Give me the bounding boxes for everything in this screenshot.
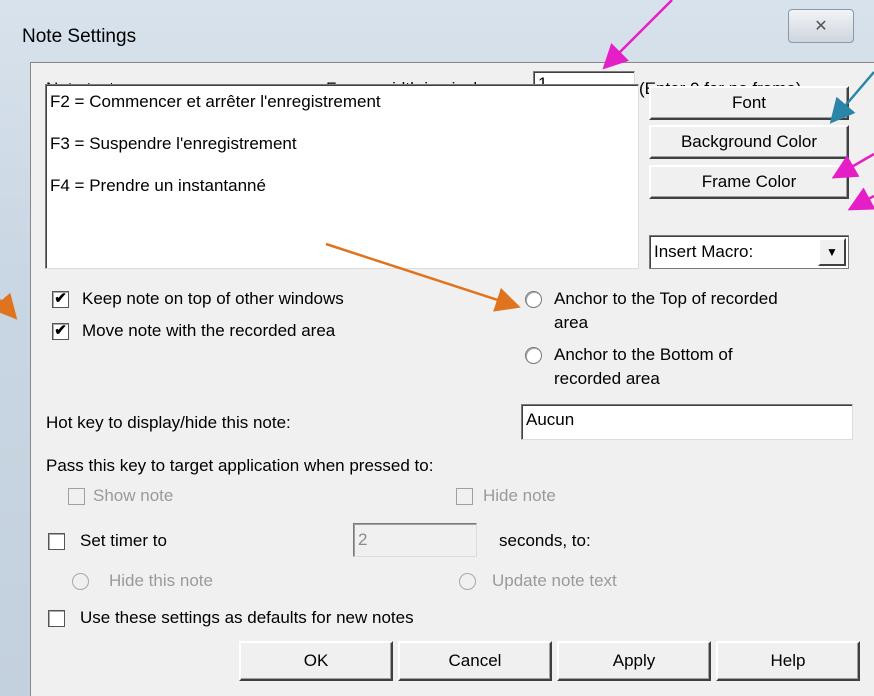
dialog-content: Note text: Frame width in pixels 1 (Ente… — [30, 62, 874, 696]
frame-color-button[interactable]: Frame Color — [649, 165, 849, 199]
hotkey-input[interactable]: Aucun — [521, 404, 853, 440]
close-button[interactable]: ✕ — [788, 9, 854, 43]
ok-button[interactable]: OK — [239, 641, 393, 681]
chevron-down-icon[interactable]: ▼ — [818, 238, 846, 266]
anchor-bottom-label-1: Anchor to the Bottom of — [554, 345, 733, 364]
dialog-window: Note Settings ✕ Note text: Frame width i… — [0, 0, 874, 696]
hide-this-note-label: Hide this note — [109, 571, 213, 590]
background-color-button[interactable]: Background Color — [649, 125, 849, 159]
anchor-top-label-1: Anchor to the Top of recorded — [554, 289, 778, 308]
hotkey-label: Hot key to display/hide this note: — [46, 413, 291, 432]
insert-macro-select[interactable]: Insert Macro: ▼ — [649, 235, 849, 269]
update-note-text-label: Update note text — [492, 571, 617, 590]
arrow-to-frame-width — [602, 0, 673, 70]
seconds-label: seconds, to: — [499, 531, 591, 550]
show-note-checkbox[interactable] — [68, 488, 85, 505]
font-button[interactable]: Font — [649, 86, 849, 120]
apply-button[interactable]: Apply — [557, 641, 711, 681]
insert-macro-value: Insert Macro: — [654, 242, 754, 261]
move-with-area-checkbox[interactable]: ✔ — [52, 323, 69, 340]
note-line: F2 = Commencer et arrêter l'enregistreme… — [50, 92, 381, 111]
show-note-label: Show note — [93, 486, 174, 505]
anchor-top-radio[interactable] — [525, 291, 542, 308]
note-text-area[interactable]: F2 = Commencer et arrêter l'enregistreme… — [45, 84, 639, 269]
anchor-bottom-radio[interactable] — [525, 347, 542, 364]
keep-on-top-label: Keep note on top of other windows — [82, 289, 344, 308]
hide-note-label: Hide note — [483, 486, 556, 505]
pass-key-label: Pass this key to target application when… — [46, 456, 434, 475]
update-note-text-radio[interactable] — [459, 573, 476, 590]
set-timer-checkbox[interactable] — [48, 533, 65, 550]
use-defaults-label: Use these settings as defaults for new n… — [80, 608, 414, 627]
arrow-to-checkbox-area — [0, 292, 18, 320]
cancel-button[interactable]: Cancel — [398, 641, 552, 681]
keep-on-top-checkbox[interactable]: ✔ — [52, 291, 69, 308]
timer-seconds-input[interactable]: 2 — [353, 523, 477, 557]
move-with-area-label: Move note with the recorded area — [82, 321, 336, 340]
close-icon: ✕ — [814, 18, 828, 35]
use-defaults-checkbox[interactable] — [48, 610, 65, 627]
set-timer-label: Set timer to — [80, 531, 167, 550]
anchor-top-label-2: area — [554, 313, 589, 332]
help-button[interactable]: Help — [716, 641, 860, 681]
note-line: F3 = Suspendre l'enregistrement — [50, 134, 297, 153]
note-line: F4 = Prendre un instantanné — [50, 176, 266, 195]
window-title: Note Settings — [22, 26, 137, 47]
hide-note-checkbox[interactable] — [456, 488, 473, 505]
anchor-bottom-label-2: recorded area — [554, 369, 660, 388]
hide-this-note-radio[interactable] — [72, 573, 89, 590]
